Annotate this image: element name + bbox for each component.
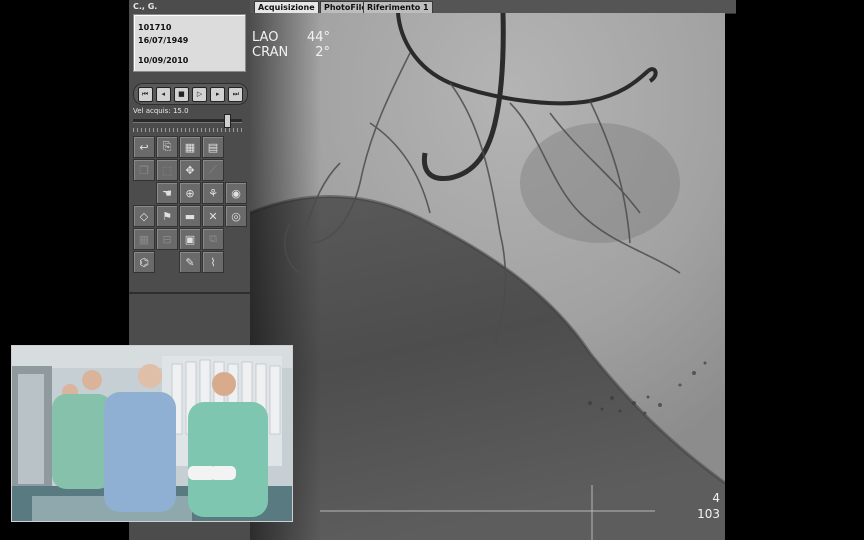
speed-slider-handle[interactable] xyxy=(224,114,231,128)
play-button[interactable]: ▷ xyxy=(192,86,208,102)
print-tool-button[interactable]: ▣ xyxy=(179,228,201,250)
exam-date: 10/09/2010 xyxy=(138,56,189,65)
calibrate-icon: ◇ xyxy=(139,209,149,223)
step-forward-button[interactable]: ▸ xyxy=(210,86,226,102)
vessel-icon: ⚘ xyxy=(208,186,218,200)
tab-bar: Acquisizione PhotoFile Riferimento 1 xyxy=(250,0,736,14)
empty-slot xyxy=(225,159,247,181)
step-forward-icon: ▸ xyxy=(215,89,220,98)
stent-tool-button[interactable]: ⌇ xyxy=(202,251,224,273)
close-icon: ✕ xyxy=(208,209,218,223)
open-folder-tool-button[interactable]: ⎘ xyxy=(156,136,178,158)
projection1-label: LAO xyxy=(252,30,279,45)
zoom-icon: ⊕ xyxy=(185,186,195,200)
frame-counter: 4 103 xyxy=(690,490,720,522)
copy-icon: ❐ xyxy=(139,163,149,177)
compare-tool-button[interactable]: ⧉ xyxy=(202,228,224,250)
flag-tool-button[interactable]: ⚑ xyxy=(156,205,178,227)
projection1-value: 44° xyxy=(306,30,330,45)
skip-forward-button[interactable]: ⏭ xyxy=(228,86,244,102)
skip-back-icon: ⏮ xyxy=(141,89,149,98)
projection2-value: 2° xyxy=(315,45,330,60)
tab-acquisizione[interactable]: Acquisizione xyxy=(254,1,319,13)
empty-slot xyxy=(225,251,247,273)
move-icon: ✥ xyxy=(185,163,195,177)
frame-number: 4 xyxy=(712,491,720,505)
empty-slot xyxy=(156,251,178,273)
vessel-tool-button[interactable]: ⚘ xyxy=(202,182,224,204)
hand-tool-button[interactable]: ☚ xyxy=(156,182,178,204)
split-icon: ⊟ xyxy=(162,232,172,246)
flag-icon: ⚑ xyxy=(162,209,172,223)
print-icon: ▣ xyxy=(184,232,196,246)
replay-icon: ↩ xyxy=(139,140,149,154)
frame-select-tool-button[interactable]: ⬚ xyxy=(156,159,178,181)
pen-tool-button[interactable]: ✎ xyxy=(179,251,201,273)
patient-dob: 16/07/1949 xyxy=(138,36,189,45)
playback-controls: ⏮ ◂ ■ ▷ ▸ ⏭ xyxy=(133,83,248,105)
copy-tool-button[interactable]: ❐ xyxy=(133,159,155,181)
step-back-button[interactable]: ◂ xyxy=(155,86,171,102)
replay-tool-button[interactable]: ↩ xyxy=(133,136,155,158)
frame-select-icon: ⬚ xyxy=(161,163,173,177)
panel-divider xyxy=(129,292,250,294)
empty-slot xyxy=(225,136,247,158)
pen-icon: ✎ xyxy=(185,255,195,269)
speed-value: 15.0 xyxy=(172,107,189,115)
film-grid-icon: ▤ xyxy=(207,140,219,154)
stop-icon: ■ xyxy=(178,89,185,98)
patient-name: C., G. xyxy=(133,2,158,11)
speed-label: Vel acquis: 15.0 xyxy=(133,107,189,115)
stent-icon: ⌇ xyxy=(210,255,216,269)
skip-forward-icon: ⏭ xyxy=(232,89,240,98)
close-tool-button[interactable]: ✕ xyxy=(202,205,224,227)
eye-tool-button[interactable]: ◉ xyxy=(225,182,247,204)
folder-tool-button[interactable]: ▬ xyxy=(179,205,201,227)
stop-button[interactable]: ■ xyxy=(173,86,189,102)
skip-back-button[interactable]: ⏮ xyxy=(137,86,153,102)
move-tool-button[interactable]: ✥ xyxy=(179,159,201,181)
eye-ref-icon: ◎ xyxy=(231,209,241,223)
film-strip-icon: ▦ xyxy=(184,140,196,154)
empty-slot xyxy=(225,228,247,250)
speed-label-text: Vel acquis: xyxy=(133,107,171,115)
folder-open-icon: ⎘ xyxy=(162,140,172,153)
patient-info-box: 101710 16/07/1949 10/09/2010 xyxy=(133,14,246,72)
empty-slot xyxy=(133,182,155,204)
projection2-label: CRAN xyxy=(252,45,289,60)
zoom-tool-button[interactable]: ⊕ xyxy=(179,182,201,204)
measure-icon: ⟋ xyxy=(209,163,217,176)
film-strip-tool-button[interactable]: ▦ xyxy=(179,136,201,158)
angiography-image[interactable] xyxy=(250,13,725,540)
film-grid-tool-button[interactable]: ▤ xyxy=(202,136,224,158)
split-tool-button[interactable]: ⊟ xyxy=(156,228,178,250)
satellite-tool-button[interactable]: ⌬ xyxy=(133,251,155,273)
compare-icon: ⧉ xyxy=(209,232,217,245)
frame-total: 103 xyxy=(697,507,720,521)
projection-overlay: LAO 44° CRAN 2° xyxy=(252,30,330,60)
grid-tool-button[interactable]: ▦ xyxy=(133,228,155,250)
eye-icon: ◉ xyxy=(231,186,241,200)
grid-icon: ▦ xyxy=(138,232,150,246)
folder-icon: ▬ xyxy=(184,209,196,223)
calibrate-tool-button[interactable]: ◇ xyxy=(133,205,155,227)
step-back-icon: ◂ xyxy=(161,89,165,98)
hand-icon: ☚ xyxy=(162,186,172,200)
tool-grid: ↩ ⎘ ▦ ▤ ❐ ⬚ ✥ ⟋ ☚ ⊕ ⚘ ◉ ◇ ⚑ ▬ ✕ ◎ ▦ ⊟ ▣ ⧉ ⌬ ✎ ⌇ xyxy=(133,136,247,273)
ref-eye-tool-button[interactable]: ◎ xyxy=(225,205,247,227)
measure-tool-button[interactable]: ⟋ xyxy=(202,159,224,181)
satellite-icon: ⌬ xyxy=(139,255,149,269)
patient-id: 101710 xyxy=(138,23,172,32)
video-inset xyxy=(11,345,293,522)
play-icon: ▷ xyxy=(196,89,203,98)
speed-slider-ticks xyxy=(133,128,242,132)
tab-riferimento[interactable]: Riferimento 1 xyxy=(363,1,433,13)
